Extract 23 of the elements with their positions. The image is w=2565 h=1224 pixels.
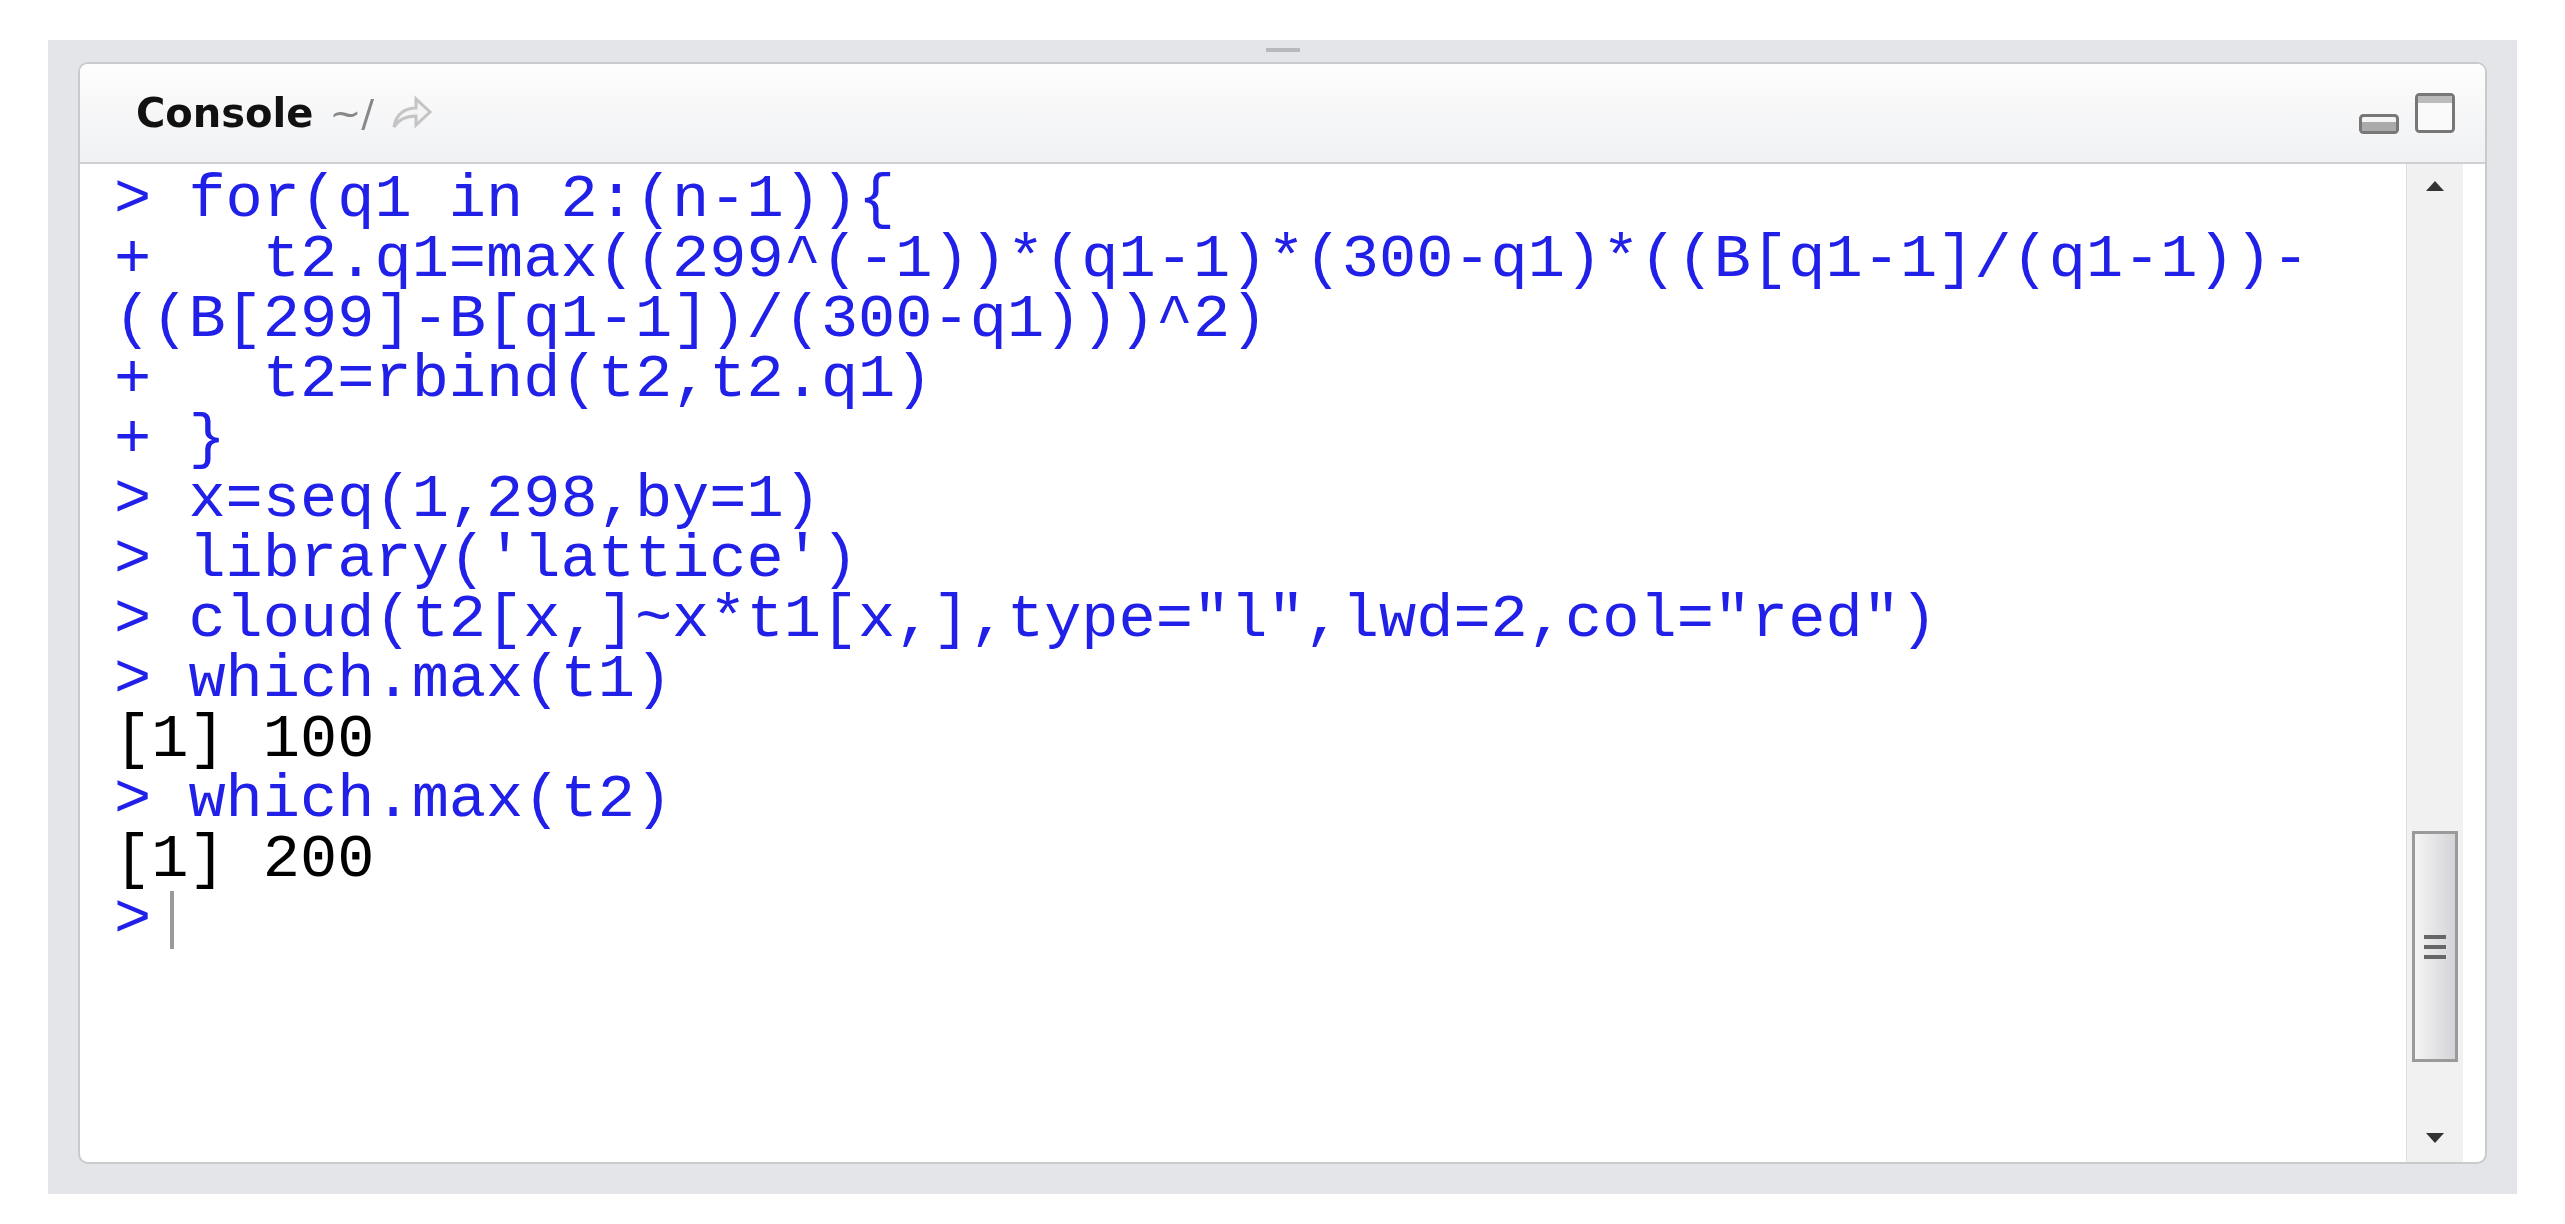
command-line: > which.max(t2): [114, 770, 674, 830]
text-cursor: [169, 890, 174, 949]
command-line: > x=seq(1,298,by=1): [114, 470, 821, 530]
scroll-down-icon[interactable]: [2425, 1132, 2445, 1144]
input-prompt[interactable]: >: [114, 890, 2347, 950]
command-line: + t2.q1=max((299^(-1))*(q1-1)*(300-q1)*((B[q1-1]/(q1-1))-((B[299]-B[q1-1])/(300-q1)))^2): [114, 230, 2311, 350]
grip-icon: [2424, 934, 2446, 959]
working-directory: ~/: [329, 91, 375, 135]
splitter-handle[interactable]: [1265, 48, 1300, 52]
command-line: > which.max(t1): [114, 650, 673, 710]
output-line: [1] 100: [114, 710, 375, 770]
command-line: + t2=rbind(t2,t2.q1): [114, 350, 933, 410]
minimize-icon[interactable]: [2359, 114, 2399, 134]
command-line: > cloud(t2[x,]~x*t1[x,],type="l",lwd=2,col="red"): [114, 590, 1939, 650]
command-line: + }: [114, 410, 226, 470]
command-line: > library('lattice'): [114, 530, 859, 590]
scrollbar-thumb[interactable]: [2412, 831, 2458, 1062]
scroll-up-icon[interactable]: [2425, 180, 2445, 192]
maximize-icon[interactable]: [2415, 93, 2455, 133]
scrollbar[interactable]: [2406, 164, 2463, 1162]
pane-title[interactable]: Console: [136, 90, 314, 136]
command-line: > for(q1 in 2:(n-1)){: [114, 170, 896, 230]
output-line: [1] 200: [114, 830, 375, 890]
